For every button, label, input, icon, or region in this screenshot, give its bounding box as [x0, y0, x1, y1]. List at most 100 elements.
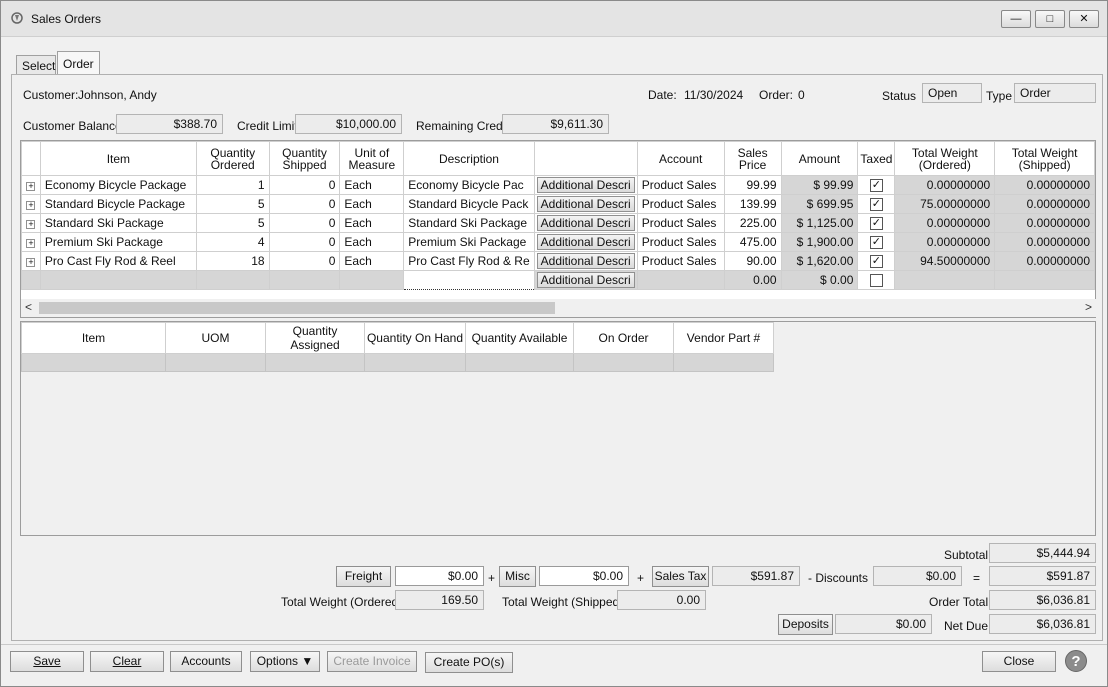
- taxed-checkbox[interactable]: ✓: [869, 255, 883, 269]
- taxed-checkbox[interactable]: ✓: [869, 179, 883, 193]
- tab-order[interactable]: Order: [57, 51, 100, 75]
- sales-price-cell[interactable]: 0.00: [723, 270, 782, 290]
- item-cell[interactable]: Standard Bicycle Package: [39, 194, 197, 214]
- assign-cell[interactable]: [573, 353, 674, 372]
- account-cell[interactable]: Product Sales: [636, 194, 725, 214]
- col-on-order[interactable]: On Order: [573, 322, 674, 354]
- assign-cell[interactable]: [364, 353, 466, 372]
- uom-cell[interactable]: Each: [339, 213, 405, 233]
- save-button[interactable]: Save: [10, 651, 84, 672]
- sales-price-cell[interactable]: 139.99: [723, 194, 782, 214]
- quantity-shipped-cell[interactable]: 0: [268, 213, 341, 233]
- assign-cell[interactable]: [465, 353, 574, 372]
- taxed-cell[interactable]: ✓: [857, 251, 896, 271]
- quantity-ordered-cell[interactable]: 18: [195, 251, 270, 271]
- sales-price-cell[interactable]: 90.00: [723, 251, 782, 271]
- account-cell[interactable]: Product Sales: [636, 213, 725, 233]
- sales-price-cell[interactable]: 99.99: [723, 175, 782, 195]
- scrollbar-thumb[interactable]: [39, 302, 555, 314]
- quantity-ordered-cell[interactable]: 5: [195, 194, 270, 214]
- item-cell[interactable]: Economy Bicycle Package: [39, 175, 197, 195]
- expand-cell[interactable]: +: [21, 251, 41, 271]
- uom-cell[interactable]: Each: [339, 175, 405, 195]
- create-invoice-button[interactable]: Create Invoice: [327, 651, 417, 672]
- quantity-ordered-cell[interactable]: [195, 270, 270, 290]
- close-window-button[interactable]: ✕: [1069, 10, 1099, 28]
- expand-icon[interactable]: +: [26, 201, 36, 210]
- col-quantity-available[interactable]: Quantity Available: [465, 322, 574, 354]
- expand-icon[interactable]: +: [26, 239, 36, 248]
- additional-description-cell[interactable]: Additional Descri: [533, 232, 638, 252]
- clear-button[interactable]: Clear: [90, 651, 164, 672]
- additional-description-button[interactable]: Additional Descri: [536, 177, 635, 193]
- expand-cell[interactable]: +: [21, 232, 41, 252]
- col-taxed[interactable]: Taxed: [857, 141, 896, 176]
- quantity-shipped-cell[interactable]: [268, 270, 341, 290]
- col-quantity-on-hand[interactable]: Quantity On Hand: [364, 322, 466, 354]
- maximize-button[interactable]: □: [1035, 10, 1065, 28]
- assignment-empty-row[interactable]: [21, 353, 774, 372]
- col-quantity-shipped[interactable]: Quantity Shipped: [268, 141, 341, 176]
- new-line-row[interactable]: Additional Descri 0.00 $ 0.00: [21, 270, 1095, 290]
- taxed-cell[interactable]: ✓: [857, 213, 896, 233]
- account-cell[interactable]: Product Sales: [636, 175, 725, 195]
- expand-cell[interactable]: +: [21, 213, 41, 233]
- uom-cell[interactable]: [339, 270, 405, 290]
- order-line-row[interactable]: + Standard Ski Package 5 0 Each Standard Ski …: [21, 213, 1095, 233]
- assign-cell[interactable]: [265, 353, 365, 372]
- additional-description-button[interactable]: Additional Descri: [536, 215, 635, 231]
- quantity-shipped-cell[interactable]: 0: [268, 194, 341, 214]
- item-cell[interactable]: Pro Cast Fly Rod & Reel: [39, 251, 197, 271]
- description-cell[interactable]: [403, 270, 535, 290]
- freight-input[interactable]: $0.00: [395, 566, 484, 586]
- description-cell[interactable]: Premium Ski Package: [403, 232, 535, 252]
- sales-price-cell[interactable]: 225.00: [723, 213, 782, 233]
- item-cell[interactable]: Premium Ski Package: [39, 232, 197, 252]
- col-assign-item[interactable]: Item: [21, 322, 166, 354]
- col-item[interactable]: Item: [39, 141, 197, 176]
- additional-description-cell[interactable]: Additional Descri: [533, 270, 638, 290]
- taxed-cell[interactable]: ✓: [857, 194, 896, 214]
- col-assign-uom[interactable]: UOM: [165, 322, 266, 354]
- order-line-row[interactable]: + Pro Cast Fly Rod & Reel 18 0 Each Pro Cast …: [21, 251, 1095, 271]
- order-line-row[interactable]: + Economy Bicycle Package 1 0 Each Economy Bi…: [21, 175, 1095, 195]
- col-account[interactable]: Account: [636, 141, 725, 176]
- additional-description-cell[interactable]: Additional Descri: [533, 194, 638, 214]
- scroll-right-icon[interactable]: >: [1085, 300, 1092, 314]
- taxed-cell[interactable]: ✓: [857, 175, 896, 195]
- misc-input[interactable]: $0.00: [539, 566, 629, 586]
- misc-button[interactable]: Misc: [499, 566, 536, 587]
- quantity-ordered-cell[interactable]: 1: [195, 175, 270, 195]
- sales-price-cell[interactable]: 475.00: [723, 232, 782, 252]
- expand-icon[interactable]: +: [26, 182, 36, 191]
- col-total-weight-ordered[interactable]: Total Weight (Ordered): [894, 141, 996, 176]
- options-dropdown-button[interactable]: Options ▼: [250, 651, 320, 672]
- additional-description-cell[interactable]: Additional Descri: [533, 251, 638, 271]
- quantity-ordered-cell[interactable]: 5: [195, 213, 270, 233]
- col-quantity-ordered[interactable]: Quantity Ordered: [195, 141, 270, 176]
- additional-description-button[interactable]: Additional Descri: [536, 234, 635, 250]
- col-description[interactable]: Description: [403, 141, 535, 176]
- taxed-cell[interactable]: ✓: [857, 232, 896, 252]
- description-cell[interactable]: Economy Bicycle Pac: [403, 175, 535, 195]
- assign-cell[interactable]: [165, 353, 266, 372]
- order-line-row[interactable]: + Premium Ski Package 4 0 Each Premium Ski Pa…: [21, 232, 1095, 252]
- account-cell[interactable]: [636, 270, 725, 290]
- expand-icon[interactable]: +: [26, 220, 36, 229]
- uom-cell[interactable]: Each: [339, 232, 405, 252]
- quantity-shipped-cell[interactable]: 0: [268, 175, 341, 195]
- account-cell[interactable]: Product Sales: [636, 251, 725, 271]
- col-total-weight-shipped[interactable]: Total Weight (Shipped): [994, 141, 1095, 176]
- additional-description-button[interactable]: Additional Descri: [536, 196, 635, 212]
- sales-tax-button[interactable]: Sales Tax: [652, 566, 709, 587]
- deposits-button[interactable]: Deposits: [778, 614, 833, 635]
- taxed-checkbox[interactable]: ✓: [869, 198, 883, 212]
- taxed-cell[interactable]: [857, 270, 896, 290]
- account-cell[interactable]: Product Sales: [636, 232, 725, 252]
- create-po-button[interactable]: Create PO(s): [425, 652, 513, 673]
- type-field[interactable]: Order: [1014, 83, 1096, 103]
- freight-button[interactable]: Freight: [336, 566, 391, 587]
- additional-description-cell[interactable]: Additional Descri: [533, 175, 638, 195]
- order-line-row[interactable]: + Standard Bicycle Package 5 0 Each Standard …: [21, 194, 1095, 214]
- help-icon[interactable]: ?: [1065, 650, 1087, 672]
